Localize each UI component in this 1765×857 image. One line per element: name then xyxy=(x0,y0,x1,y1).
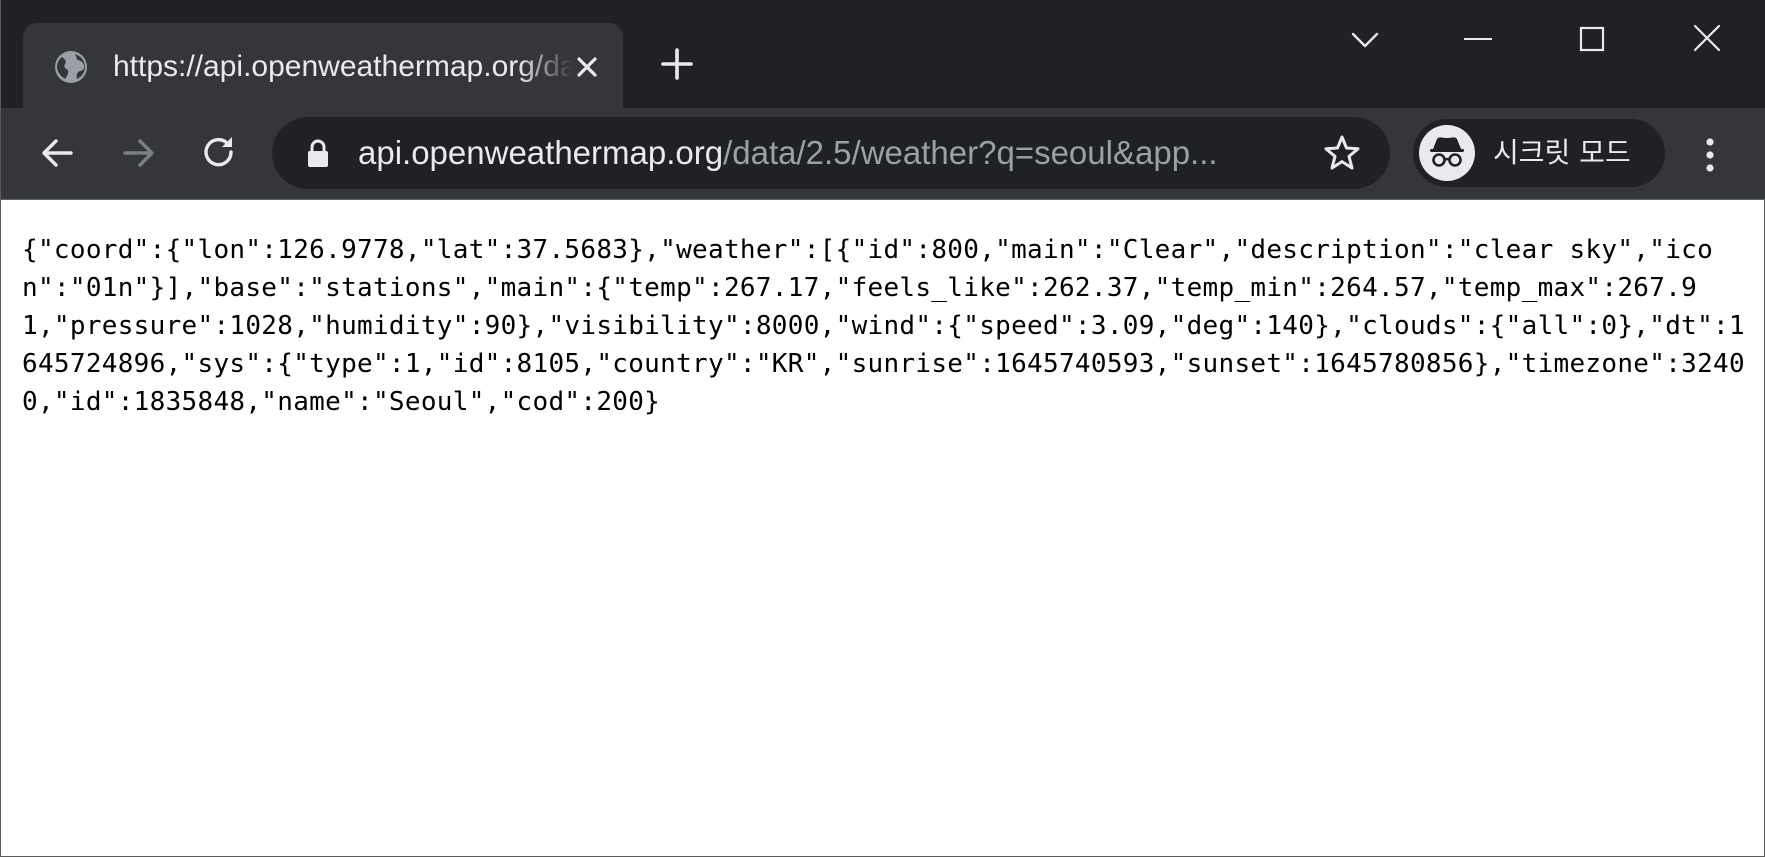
incognito-label: 시크릿 모드 xyxy=(1493,136,1631,169)
url-path: /data/2.5/weather?q=seoul&app... xyxy=(723,134,1218,171)
vertical-dots-icon[interactable] xyxy=(1687,132,1733,178)
tab-title: https://api.openweathermap.org/data/2.5/… xyxy=(113,50,573,83)
browser-toolbar: api.openweathermap.org/data/2.5/weather?… xyxy=(1,108,1765,200)
star-icon[interactable] xyxy=(1322,133,1362,173)
tab-active[interactable]: https://api.openweathermap.org/data/2.5/… xyxy=(23,23,623,109)
plus-icon[interactable] xyxy=(657,44,697,84)
address-bar[interactable]: api.openweathermap.org/data/2.5/weather?… xyxy=(272,117,1390,189)
lock-icon[interactable] xyxy=(304,137,332,169)
reload-icon[interactable] xyxy=(196,130,242,176)
close-icon[interactable] xyxy=(1683,16,1731,64)
url-host: api.openweathermap.org xyxy=(358,134,724,171)
url-text[interactable]: api.openweathermap.org/data/2.5/weather?… xyxy=(358,129,1318,177)
close-icon[interactable] xyxy=(571,51,603,83)
json-response-text: {"coord":{"lon":126.9778,"lat":37.5683},… xyxy=(22,235,1745,417)
maximize-icon[interactable] xyxy=(1569,16,1617,64)
page-content: {"coord":{"lon":126.9778,"lat":37.5683},… xyxy=(2,201,1764,855)
arrow-left-icon[interactable] xyxy=(35,130,81,176)
globe-icon xyxy=(53,49,89,85)
incognito-icon xyxy=(1419,125,1475,181)
incognito-profile-button[interactable]: 시크릿 모드 xyxy=(1413,119,1665,187)
browser-window: https://api.openweathermap.org/data/2.5/… xyxy=(0,0,1765,857)
tab-strip: https://api.openweathermap.org/data/2.5/… xyxy=(1,0,1765,109)
chevron-down-icon[interactable] xyxy=(1341,16,1389,64)
arrow-right-icon[interactable] xyxy=(115,130,161,176)
minimize-icon[interactable] xyxy=(1454,16,1502,64)
